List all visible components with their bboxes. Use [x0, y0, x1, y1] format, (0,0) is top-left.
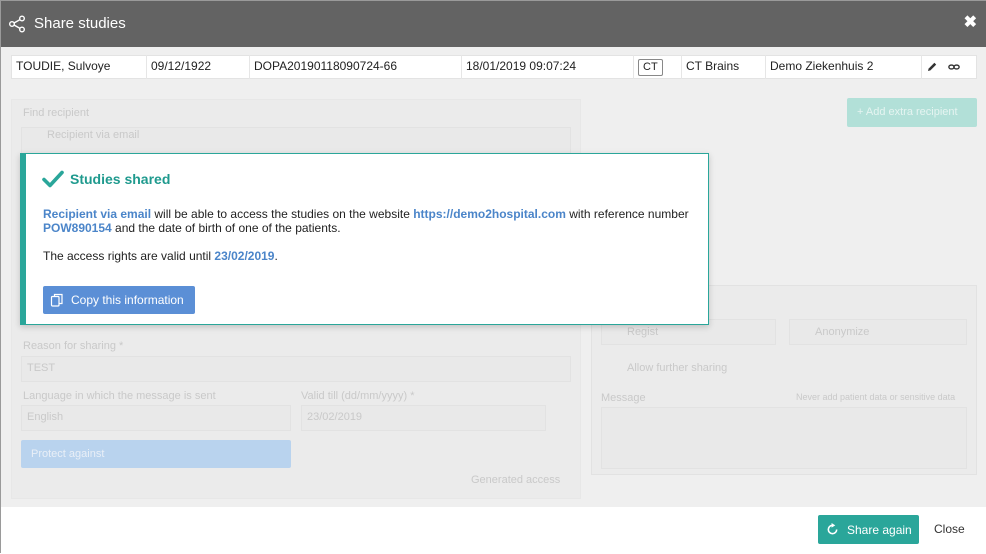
- reason-value: TEST: [27, 362, 56, 374]
- link-icon[interactable]: [948, 61, 960, 73]
- accession-number: DOPA20190118090724-66: [250, 55, 462, 79]
- message-textarea[interactable]: [601, 407, 967, 469]
- message-label: Message: [601, 392, 646, 404]
- valid-until-date: 23/02/2019: [214, 249, 275, 263]
- allow-sharing-label: Allow further sharing: [627, 362, 728, 374]
- checkmark-icon: [42, 170, 64, 188]
- pencil-icon[interactable]: [926, 61, 938, 73]
- row-actions: [922, 55, 960, 79]
- option-regist-label: Regist: [627, 326, 659, 338]
- patient-name: TOUDIE, Sulvoye: [12, 55, 147, 79]
- validity-message: The access rights are valid until 23/02/…: [43, 249, 278, 263]
- website-link[interactable]: https://demo2hospital.com: [413, 207, 566, 221]
- find-recipient-label: Find recipient: [23, 107, 90, 119]
- studies-shared-popover: Studies shared Recipient via email will …: [20, 153, 709, 325]
- modality-cell: CT: [634, 55, 682, 79]
- share-icon: [9, 15, 25, 33]
- close-icon[interactable]: ✖: [964, 14, 977, 32]
- popover-heading: Studies shared: [70, 171, 171, 187]
- copy-information-button[interactable]: Copy this information: [43, 286, 195, 314]
- share-studies-dialog: Share studies ✖ TOUDIE, Sulvoye 09/12/19…: [0, 0, 986, 554]
- copy-button-label: Copy this information: [71, 293, 184, 307]
- language-value: English: [27, 411, 64, 423]
- message-hint: Never add patient data or sensitive data: [796, 392, 956, 402]
- message-text-b: with reference number: [565, 207, 689, 221]
- title-bar: Share studies ✖: [1, 1, 986, 47]
- add-recipient-button[interactable]: + Add extra recipient: [847, 98, 977, 127]
- copy-icon: [50, 293, 63, 307]
- institution: Demo Ziekenhuis 2: [766, 55, 922, 79]
- dialog-title: Share studies: [34, 15, 126, 32]
- study-row[interactable]: TOUDIE, Sulvoye 09/12/1922 DOPA201901180…: [11, 55, 977, 79]
- generated-access-label: Generated access: [471, 474, 561, 486]
- option-anonymize-label: Anonymize: [815, 326, 870, 338]
- message-text-a: will be able to access the studies on th…: [151, 207, 414, 221]
- modality-badge: CT: [638, 59, 663, 76]
- validity-suffix: .: [274, 249, 278, 263]
- valid-value: 23/02/2019: [307, 411, 363, 423]
- birth-date: 09/12/1922: [147, 55, 250, 79]
- language-label: Language in which the message is sent: [23, 390, 216, 402]
- share-again-button[interactable]: Share again: [818, 515, 919, 544]
- valid-label: Valid till (dd/mm/yyyy) *: [301, 390, 415, 402]
- dialog-footer: Share again Close: [1, 507, 986, 554]
- share-message: Recipient via email will be able to acce…: [43, 207, 703, 235]
- validity-prefix: The access rights are valid until: [43, 249, 215, 263]
- dialog-content: TOUDIE, Sulvoye 09/12/1922 DOPA201901180…: [1, 47, 986, 507]
- recipient-link[interactable]: Recipient via email: [43, 207, 151, 221]
- close-button[interactable]: Close: [934, 522, 965, 536]
- recipient-placeholder: Recipient via email: [47, 129, 140, 141]
- reason-input[interactable]: [21, 356, 571, 382]
- reference-number: POW890154: [43, 221, 112, 235]
- study-datetime: 18/01/2019 09:07:24: [462, 55, 634, 79]
- message-text-c: and the date of birth of one of the pati…: [111, 221, 341, 235]
- study-description: CT Brains: [682, 55, 766, 79]
- share-again-label: Share again: [847, 522, 912, 537]
- reason-label: Reason for sharing *: [23, 340, 124, 352]
- refresh-icon: [827, 523, 838, 535]
- protect-button[interactable]: Protect against: [21, 440, 291, 468]
